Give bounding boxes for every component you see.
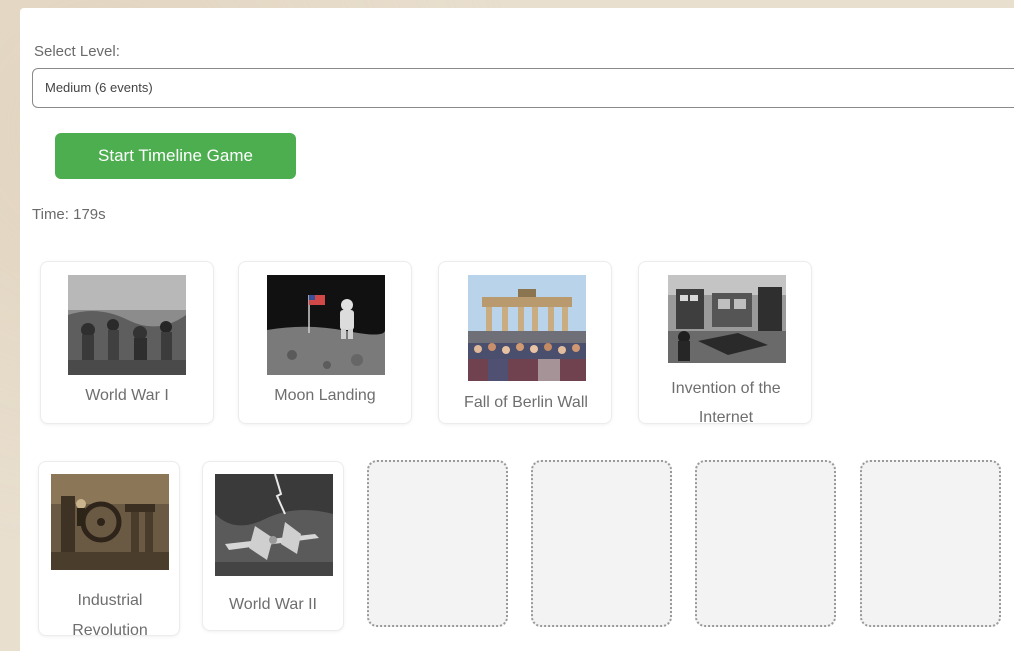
early-computer-room-photo <box>668 275 786 363</box>
event-card-world-war-i[interactable]: World War I <box>40 261 214 424</box>
soldiers-photo <box>68 275 186 375</box>
timeline-slot[interactable] <box>860 460 1001 627</box>
card-label: World War II <box>228 596 317 613</box>
astronaut-flag-photo <box>267 275 385 375</box>
event-card-world-war-ii[interactable]: World War II <box>202 461 344 631</box>
card-label: Industrial Revolution <box>72 592 148 639</box>
bomber-plane-photo <box>215 474 333 576</box>
level-select[interactable]: Medium (6 events) <box>32 68 1014 108</box>
timer-text: Time: 179s <box>32 206 106 223</box>
card-label: World War I <box>85 387 169 404</box>
event-card-industrial-revolution[interactable]: Industrial Revolution <box>38 461 180 639</box>
factory-machinery-photo <box>51 474 169 570</box>
timeline-slot[interactable] <box>695 460 836 627</box>
game-panel: Select Level: Medium (6 events) Start Ti… <box>20 8 1014 651</box>
card-label: Fall of Berlin Wall <box>464 394 588 411</box>
card-label: Invention of the Internet <box>671 380 781 426</box>
event-card-fall-of-berlin-wall[interactable]: Fall of Berlin Wall <box>438 261 612 424</box>
timeline-slot[interactable] <box>367 460 508 627</box>
start-timeline-button[interactable]: Start Timeline Game <box>55 133 296 179</box>
card-label: Moon Landing <box>274 387 376 404</box>
level-label: Select Level: <box>34 43 120 60</box>
event-card-invention-of-the-internet[interactable]: Invention of the Internet <box>638 261 812 426</box>
event-card-moon-landing[interactable]: Moon Landing <box>238 261 412 424</box>
brandenburg-gate-crowd-photo <box>468 275 586 381</box>
timeline-slot[interactable] <box>531 460 672 627</box>
